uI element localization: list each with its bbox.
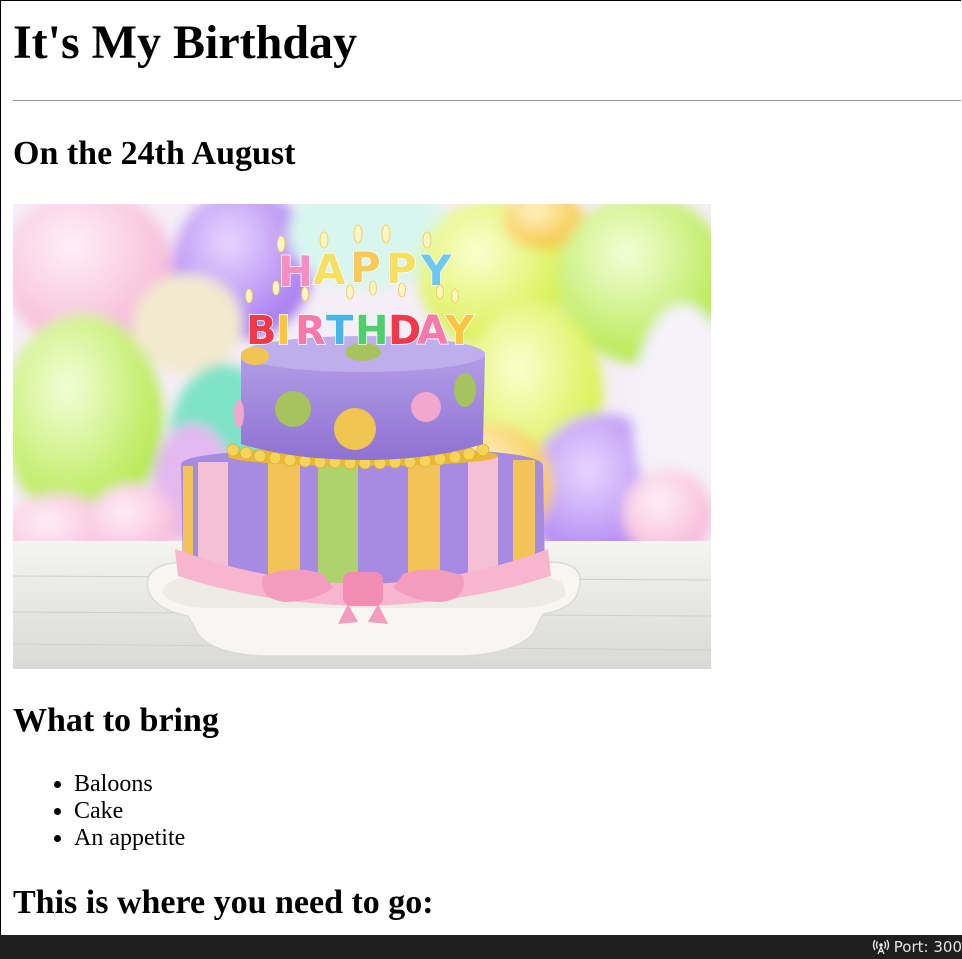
list-item: An appetite [74,825,185,852]
candle-letter: B [246,308,277,354]
what-to-bring-heading: What to bring [13,702,219,739]
page-title: It's My Birthday [13,16,358,69]
editor-statusbar: Port: 300 [0,935,962,959]
candle-letter: Y [444,308,475,354]
list-item: Baloons [74,771,185,798]
candle-letter: H [278,247,313,296]
page-content: It's My Birthday On the 24th August H A … [13,1,961,921]
port-status-item[interactable]: Port: 300 [872,938,962,956]
candle-letter: Y [420,246,452,295]
date-heading: On the 24th August [13,135,296,172]
candle-letter: H [355,308,388,354]
candle-letter: A [417,308,448,354]
birthday-cake-image: H A P P Y B I R T H D A Y [13,204,711,669]
candle-letter: I [276,308,291,354]
candle-letter: R [295,308,326,354]
candle-letter: A [313,245,346,294]
horizontal-rule [13,100,961,101]
candle-letter: T [326,308,354,354]
port-label: Port: 300 [893,938,962,956]
directions-heading: This is where you need to go: [13,884,434,921]
bring-list: Baloons Cake An appetite [13,771,185,852]
browser-viewport: It's My Birthday On the 24th August H A … [0,0,961,936]
list-item: Cake [74,798,185,825]
broadcast-icon [872,939,890,955]
